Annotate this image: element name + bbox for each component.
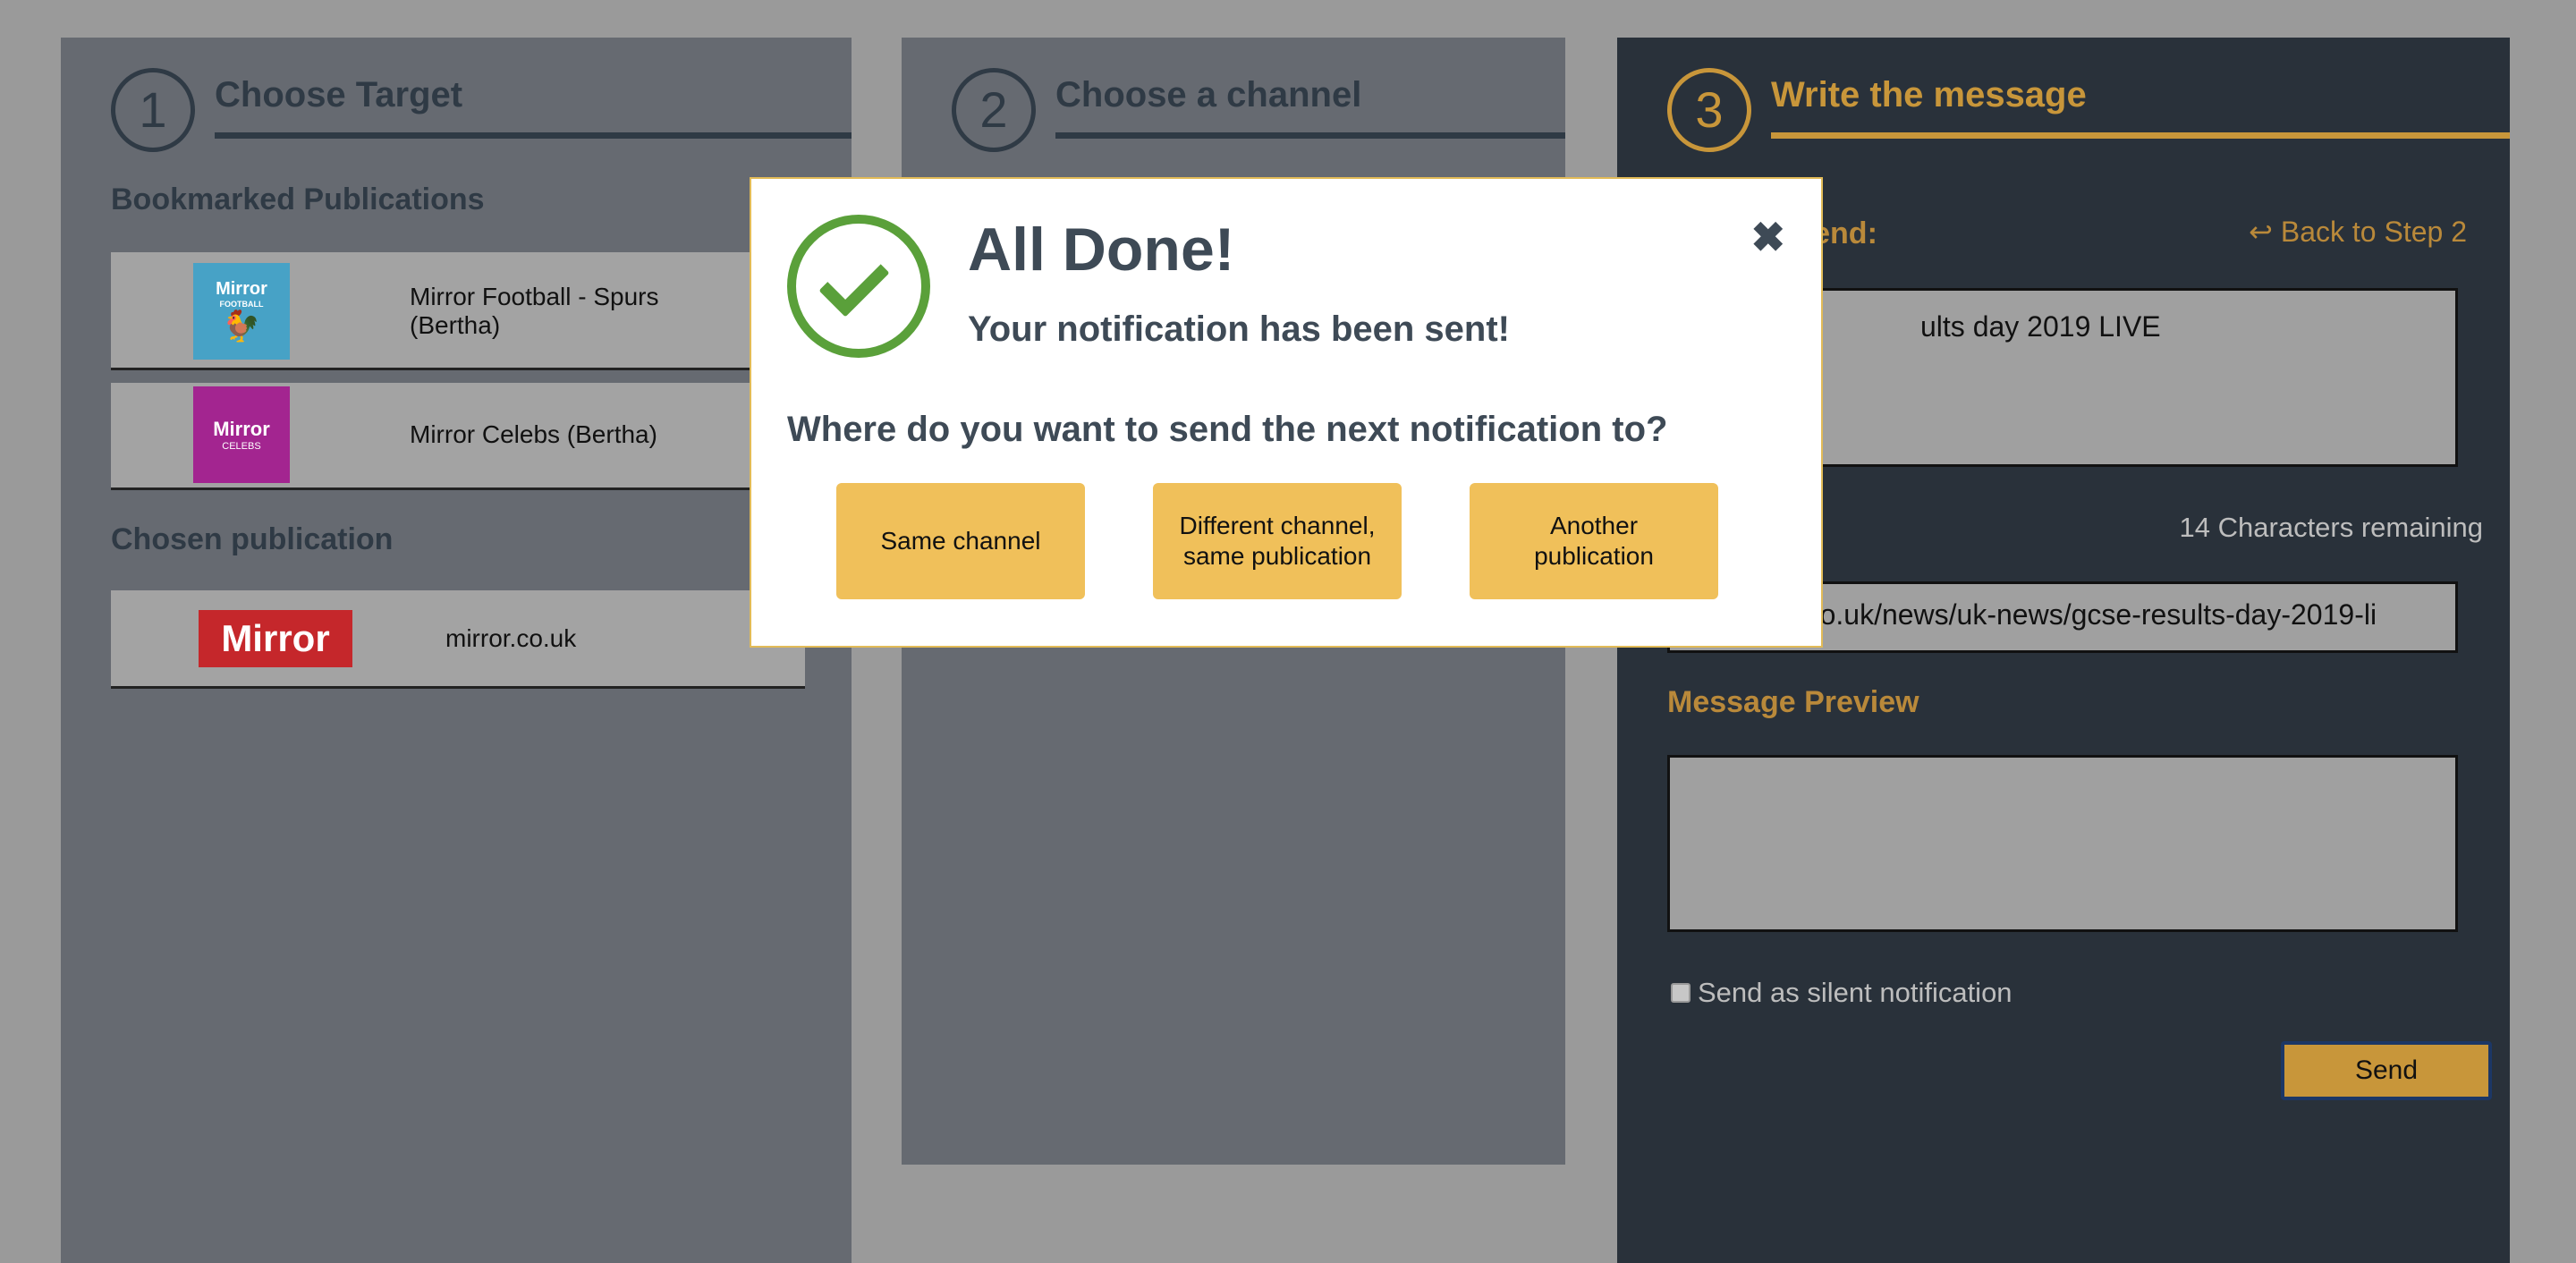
silent-checkbox[interactable] bbox=[1671, 983, 1690, 1003]
modal-subtitle: Your notification has been sent! bbox=[968, 309, 1510, 349]
back-to-step2-link[interactable]: ↩ Back to Step 2 bbox=[2249, 215, 2467, 249]
chosen-publication[interactable]: Mirror mirror.co.uk bbox=[111, 590, 805, 689]
chosen-publication-label: mirror.co.uk bbox=[445, 624, 577, 652]
bookmarked-item-label: Mirror Football - Spurs (Bertha) bbox=[410, 283, 659, 339]
step1-title: Choose Target bbox=[215, 75, 463, 114]
silent-label: Send as silent notification bbox=[1698, 977, 2012, 1008]
bookmarked-item-celebs[interactable]: Mirror CELEBS Mirror Celebs (Bertha) bbox=[111, 383, 805, 490]
step3-number: 3 bbox=[1667, 68, 1751, 152]
same-channel-button[interactable]: Same channel bbox=[836, 483, 1085, 599]
step3-divider bbox=[1771, 132, 2510, 139]
chosen-heading: Chosen publication bbox=[111, 522, 394, 556]
step1-panel: 1 Choose Target Bookmarked Publications … bbox=[61, 38, 852, 1263]
characters-remaining: 14 Characters remaining bbox=[2179, 512, 2483, 543]
back-link-label: Back to Step 2 bbox=[2280, 216, 2467, 248]
message-preview-box bbox=[1667, 755, 2458, 932]
step2-divider bbox=[1055, 132, 1565, 139]
step1-divider bbox=[215, 132, 852, 139]
bookmarked-item-football[interactable]: Mirror FOOTBALL 🐓 Mirror Football - Spur… bbox=[111, 252, 805, 370]
close-icon[interactable]: ✖ bbox=[1750, 216, 1785, 258]
modal-title: All Done! bbox=[968, 216, 1235, 284]
another-publication-button[interactable]: Another publication bbox=[1470, 483, 1718, 599]
silent-notification-option[interactable]: Send as silent notification bbox=[1671, 977, 2012, 1009]
different-channel-button[interactable]: Different channel, same publication bbox=[1153, 483, 1402, 599]
step1-number: 1 bbox=[111, 68, 195, 152]
modal-question: Where do you want to send the next notif… bbox=[787, 410, 1668, 449]
bookmarked-heading: Bookmarked Publications bbox=[111, 182, 485, 216]
send-button[interactable]: Send bbox=[2281, 1041, 2492, 1100]
bookmarked-item-label: Mirror Celebs (Bertha) bbox=[410, 420, 657, 448]
mirror-logo: Mirror bbox=[199, 610, 352, 667]
preview-label: Message Preview bbox=[1667, 685, 1919, 719]
success-modal: All Done! Your notification has been sen… bbox=[750, 177, 1823, 648]
step3-title: Write the message bbox=[1771, 75, 2087, 114]
back-arrow-icon: ↩ bbox=[2249, 216, 2273, 248]
mirror-football-logo: Mirror FOOTBALL 🐓 bbox=[193, 263, 290, 360]
step2-title: Choose a channel bbox=[1055, 75, 1362, 114]
step2-number: 2 bbox=[952, 68, 1036, 152]
success-check-icon bbox=[787, 215, 930, 358]
mirror-celebs-logo: Mirror CELEBS bbox=[193, 386, 290, 483]
